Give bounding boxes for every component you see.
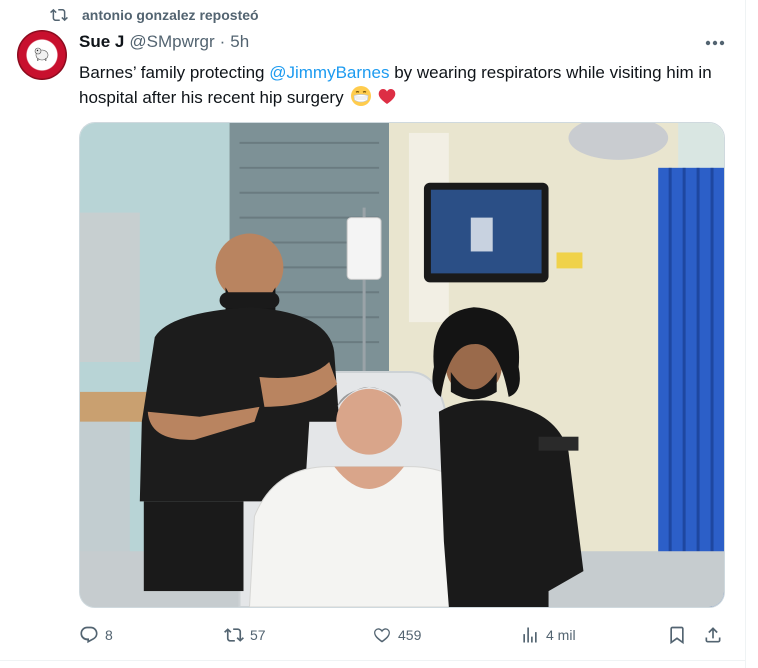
tweet-text: Barnes’ family protecting @JimmyBarnes b… [79, 60, 729, 110]
repost-label: antonio gonzalez reposteó [82, 7, 259, 23]
tweet-photo[interactable] [79, 122, 725, 608]
medical-mask-emoji-icon [350, 86, 371, 106]
share-icon [705, 627, 721, 643]
reply-button[interactable]: 8 [79, 620, 113, 650]
avatar[interactable] [17, 30, 67, 80]
views-count: 4 mil [546, 627, 576, 643]
repost-count: 57 [250, 627, 266, 643]
views-button[interactable]: 4 mil [520, 620, 576, 650]
tweet-header: Sue J @SMpwrgr · 5h [79, 32, 249, 52]
like-count: 459 [398, 627, 422, 643]
author-name[interactable]: Sue J [79, 32, 124, 52]
repost-button[interactable]: 57 [224, 620, 266, 650]
bookmark-button[interactable] [667, 620, 687, 650]
like-icon [374, 628, 390, 643]
avatar-dog-graphic [34, 47, 49, 61]
share-button[interactable] [703, 620, 723, 650]
header-separator: · [219, 32, 226, 51]
repost-action-icon [224, 628, 244, 642]
bookmark-icon [670, 626, 684, 645]
mention-link[interactable]: @JimmyBarnes [269, 63, 389, 82]
more-options-button[interactable] [700, 33, 730, 53]
red-heart-emoji-icon [378, 88, 395, 104]
reply-icon [80, 626, 98, 644]
tweet-divider [0, 660, 745, 661]
repost-icon [48, 4, 70, 26]
like-button[interactable]: 459 [372, 620, 421, 650]
repost-context[interactable]: antonio gonzalez reposteó [48, 4, 259, 26]
views-icon [523, 627, 537, 643]
reply-count: 8 [105, 627, 113, 643]
hospital-photo-illustration [80, 123, 724, 607]
tweet-actions: 8 57 459 4 mil [79, 620, 729, 650]
more-icon [705, 40, 725, 46]
timestamp[interactable]: 5h [230, 32, 249, 52]
tweet-text-part-1: Barnes’ family protecting [79, 63, 270, 82]
author-handle[interactable]: @SMpwrgr [129, 32, 214, 52]
column-divider [745, 0, 746, 668]
